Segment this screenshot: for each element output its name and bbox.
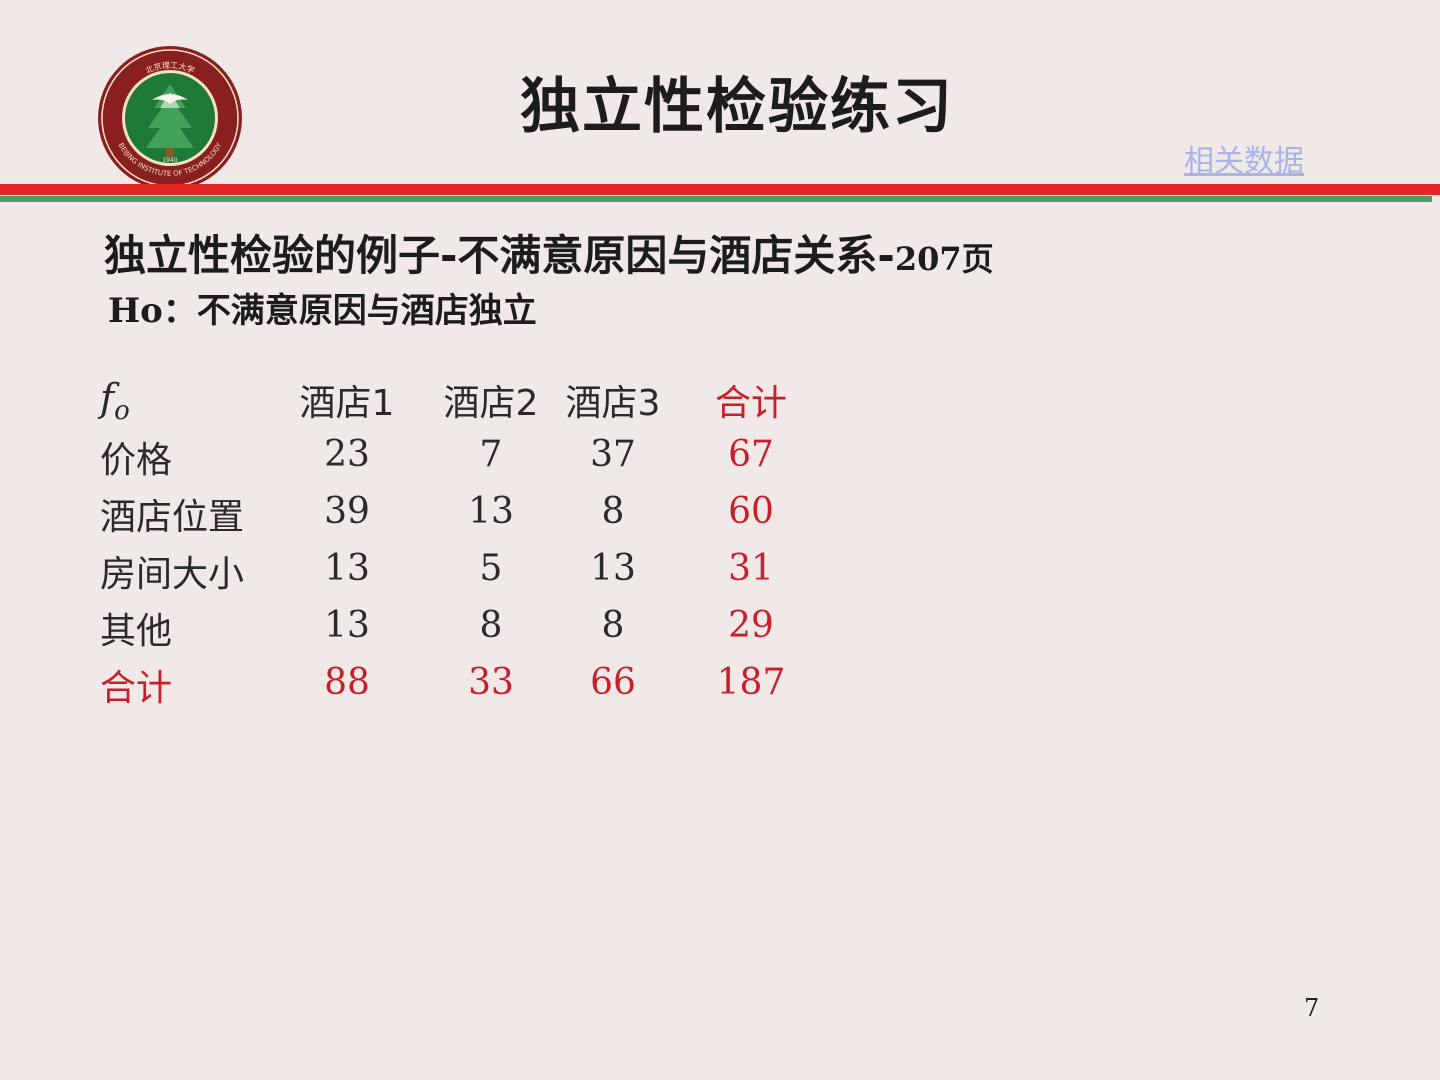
cell-grand-total: 187 (716, 662, 786, 703)
table-corner-fo: fo (100, 376, 130, 426)
cell-location-total: 60 (728, 491, 774, 532)
hypothesis-separator: ： (162, 291, 197, 331)
cell-total-hotel-3: 66 (590, 662, 636, 703)
cell-price-hotel-3: 37 (590, 434, 636, 475)
hypothesis-prefix: Ho (108, 291, 163, 331)
row-label-price: 价格 (100, 440, 173, 481)
column-header-hotel-2: 酒店2 (443, 383, 539, 424)
cell-other-hotel-3: 8 (601, 605, 625, 646)
cell-price-hotel-2: 7 (479, 434, 503, 475)
cell-other-hotel-1: 13 (324, 605, 370, 646)
example-heading: 独立性检验的例子-不满意原因与酒店关系-207页 (104, 222, 994, 283)
cell-location-hotel-2: 13 (468, 491, 514, 532)
fo-symbol: f (100, 376, 115, 420)
column-header-hotel-3: 酒店3 (565, 383, 661, 424)
header-divider-green (0, 196, 1432, 202)
null-hypothesis: Ho：不满意原因与酒店独立 (108, 283, 537, 332)
cell-room-size-hotel-2: 5 (479, 548, 503, 589)
cell-other-hotel-2: 8 (479, 605, 503, 646)
cell-total-hotel-1: 88 (324, 662, 370, 703)
cell-room-size-hotel-3: 13 (590, 548, 636, 589)
page-reference: 207页 (894, 240, 994, 278)
cell-other-total: 29 (728, 605, 774, 646)
example-heading-text: 独立性检验的例子-不满意原因与酒店关系- (104, 231, 895, 280)
slide-title: 独立性检验练习 (520, 72, 954, 142)
cell-location-hotel-3: 8 (601, 491, 625, 532)
column-header-hotel-1: 酒店1 (299, 383, 395, 424)
row-label-room-size: 房间大小 (100, 554, 245, 595)
cell-room-size-total: 31 (728, 548, 774, 589)
row-label-total: 合计 (100, 668, 173, 709)
hypothesis-text: 不满意原因与酒店独立 (196, 291, 537, 331)
page-number: 7 (1304, 994, 1320, 1022)
fo-subscript: o (114, 396, 130, 426)
related-data-link[interactable]: 相关数据 (1184, 136, 1304, 180)
row-label-other: 其他 (100, 611, 173, 652)
cell-price-total: 67 (728, 434, 774, 475)
header-divider-red (0, 184, 1440, 195)
cell-room-size-hotel-1: 13 (324, 548, 370, 589)
cell-location-hotel-1: 39 (324, 491, 370, 532)
row-label-location: 酒店位置 (100, 497, 245, 538)
column-header-total: 合计 (714, 383, 788, 424)
university-seal-logo: 北京理工大学 BEIJING INSTITUTE OF TECHNOLOGY 1… (98, 46, 242, 190)
cell-total-hotel-2: 33 (468, 662, 514, 703)
svg-text:1940: 1940 (162, 157, 177, 164)
cell-price-hotel-1: 23 (324, 434, 370, 475)
